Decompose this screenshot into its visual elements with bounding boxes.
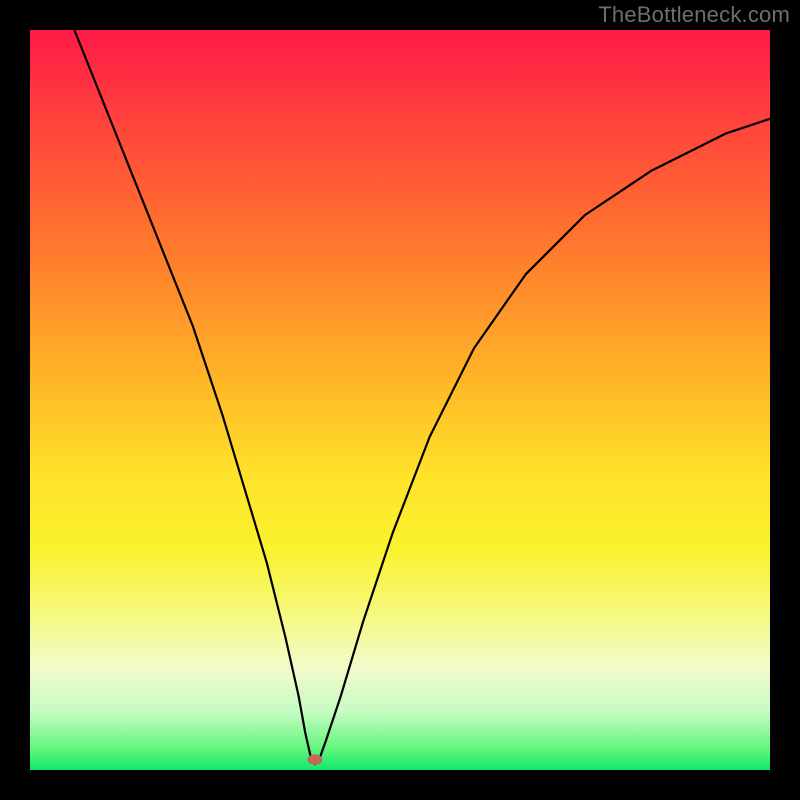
watermark-text: TheBottleneck.com: [598, 2, 790, 28]
plot-area: [30, 30, 770, 770]
chart-svg: [30, 30, 770, 770]
chart-frame: TheBottleneck.com: [0, 0, 800, 800]
minimum-marker: [308, 754, 323, 764]
bottleneck-curve: [74, 30, 770, 764]
